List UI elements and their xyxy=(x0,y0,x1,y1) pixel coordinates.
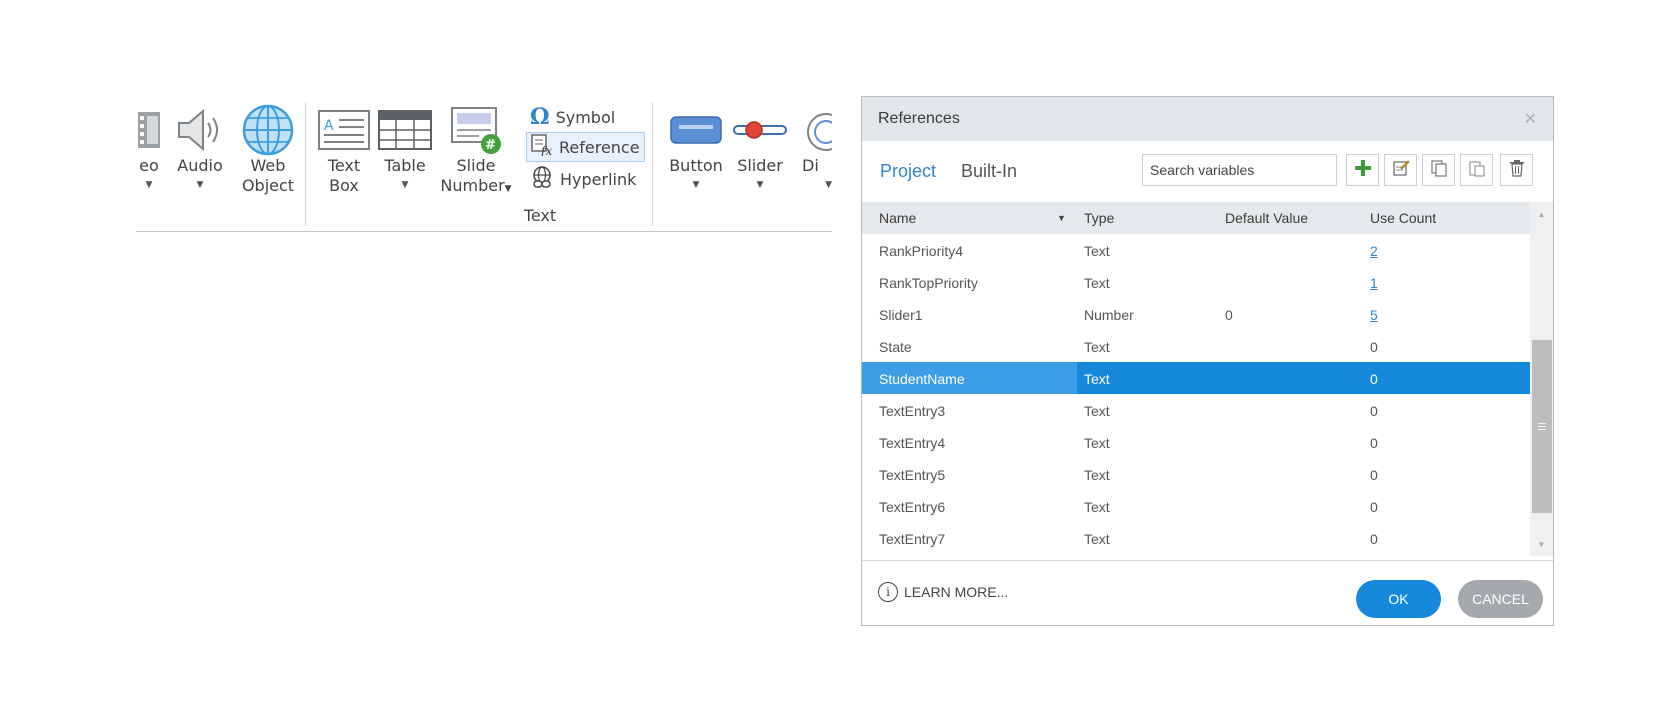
dialog-title: References xyxy=(878,110,960,127)
table-row[interactable]: TextEntry6 Text 0 xyxy=(862,490,1530,522)
dial-icon xyxy=(796,104,832,156)
learn-more-link[interactable]: i LEARN MORE... xyxy=(878,582,1008,602)
use-count-link[interactable]: 1 xyxy=(1370,275,1378,291)
trash-icon xyxy=(1509,159,1525,182)
table-row[interactable]: Slider1 Number 0 5 xyxy=(862,298,1530,330)
chevron-down-icon: ▼ xyxy=(145,180,153,190)
plus-icon xyxy=(1354,159,1372,182)
svg-text:fx: fx xyxy=(540,144,552,156)
slide-number-icon: # xyxy=(436,104,516,156)
use-count-link[interactable]: 2 xyxy=(1370,243,1378,259)
table-row[interactable]: TextEntry5 Text 0 xyxy=(862,458,1530,490)
ribbon-separator xyxy=(652,102,653,226)
paste-icon xyxy=(1468,159,1486,182)
table-row[interactable]: RankPriority4 Text 2 xyxy=(862,234,1530,266)
column-name-header[interactable]: Name xyxy=(879,210,916,226)
table-row-selected[interactable]: StudentName Text 0 xyxy=(862,362,1530,394)
column-type-header[interactable]: Type xyxy=(1084,210,1114,226)
variables-table: Name ▼ Type Default Value Use Count Rank… xyxy=(862,202,1530,556)
svg-text:#: # xyxy=(485,138,496,153)
table-row[interactable]: TextEntry4 Text 0 xyxy=(862,426,1530,458)
copy-icon xyxy=(1430,159,1448,182)
svg-text:A: A xyxy=(324,118,334,134)
table-row[interactable]: TextEntry3 Text 0 xyxy=(862,394,1530,426)
copy-variable-button[interactable] xyxy=(1422,154,1455,186)
sort-down-icon[interactable]: ▼ xyxy=(1057,213,1066,223)
table-header: Name ▼ Type Default Value Use Count xyxy=(862,202,1530,234)
delete-variable-button[interactable] xyxy=(1500,154,1533,186)
column-use-count-header[interactable]: Use Count xyxy=(1370,210,1436,226)
table-row[interactable]: TextEntry7 Text 0 xyxy=(862,522,1530,554)
tab-built-in[interactable]: Built-In xyxy=(961,161,1017,182)
slide-number-label: Number xyxy=(440,176,505,195)
ribbon-dial-button[interactable]: Di ▼ xyxy=(796,104,832,192)
info-icon: i xyxy=(878,582,898,602)
grip-icon xyxy=(1538,423,1546,430)
dialog-titlebar: References ✕ xyxy=(862,97,1553,141)
hyperlink-globe-icon xyxy=(530,165,554,193)
search-input[interactable] xyxy=(1142,154,1337,186)
use-count-link[interactable]: 5 xyxy=(1370,307,1378,323)
text-box-icon: A xyxy=(316,104,372,156)
symbol-button[interactable]: Ω Symbol xyxy=(526,102,619,132)
omega-icon: Ω xyxy=(530,104,550,130)
cancel-button[interactable]: CANCEL xyxy=(1458,580,1543,618)
ribbon-text-box-button[interactable]: A Text Box xyxy=(316,104,372,196)
dialog-toolbar: Project Built-In xyxy=(862,141,1553,202)
ribbon-table-button[interactable]: Table ▼ xyxy=(376,104,434,192)
ribbon-web-object-button[interactable]: Web Object xyxy=(236,104,300,196)
column-default-value-header[interactable]: Default Value xyxy=(1225,210,1308,226)
table-row[interactable]: State Text 0 xyxy=(862,330,1530,362)
edit-variable-button[interactable] xyxy=(1384,154,1417,186)
add-variable-button[interactable] xyxy=(1346,154,1379,186)
table-row[interactable]: RankTopPriority Text 1 xyxy=(862,266,1530,298)
ribbon-slide-number-button[interactable]: # Slide Number▼ xyxy=(436,104,516,199)
button-shape-icon xyxy=(664,104,728,156)
ribbon-group-label: Text xyxy=(523,206,557,225)
ribbon-separator xyxy=(305,102,306,226)
speaker-icon xyxy=(172,104,228,156)
video-icon xyxy=(136,104,166,156)
globe-icon xyxy=(236,104,300,156)
chevron-down-icon: ▼ xyxy=(504,184,512,194)
ribbon-video-button[interactable]: eo ▼ xyxy=(136,104,166,192)
chevron-down-icon: ▼ xyxy=(692,180,700,190)
tab-project[interactable]: Project xyxy=(880,161,936,182)
paste-variable-button[interactable] xyxy=(1460,154,1493,186)
scrollbar-thumb[interactable] xyxy=(1532,340,1552,513)
ribbon-button-button[interactable]: Button ▼ xyxy=(664,104,728,192)
hyperlink-button[interactable]: Hyperlink xyxy=(526,164,640,194)
vertical-scrollbar[interactable]: ▲ ▼ xyxy=(1530,202,1553,556)
edit-icon xyxy=(1392,159,1410,182)
chevron-down-icon: ▼ xyxy=(196,180,204,190)
scroll-down-icon[interactable]: ▼ xyxy=(1530,540,1553,549)
chevron-down-icon: ▼ xyxy=(756,180,764,190)
chevron-down-icon: ▼ xyxy=(825,180,832,190)
ribbon-toolbar: eo ▼ Audio ▼ Web Object A Text Box Table… xyxy=(136,96,832,232)
ok-button[interactable]: OK xyxy=(1356,580,1441,618)
slider-icon xyxy=(730,104,790,156)
reference-fx-icon: fx xyxy=(531,134,553,160)
close-icon[interactable]: ✕ xyxy=(1524,109,1537,129)
dialog-footer: i LEARN MORE... OK CANCEL xyxy=(862,560,1553,626)
chevron-down-icon: ▼ xyxy=(401,180,409,190)
ribbon-slider-button[interactable]: Slider ▼ xyxy=(730,104,790,192)
table-icon xyxy=(376,104,434,156)
ribbon-audio-button[interactable]: Audio ▼ xyxy=(172,104,228,192)
reference-button[interactable]: fx Reference xyxy=(526,132,645,162)
scroll-up-icon[interactable]: ▲ xyxy=(1530,210,1553,219)
references-dialog: References ✕ Project Built-In Search var… xyxy=(861,96,1554,626)
